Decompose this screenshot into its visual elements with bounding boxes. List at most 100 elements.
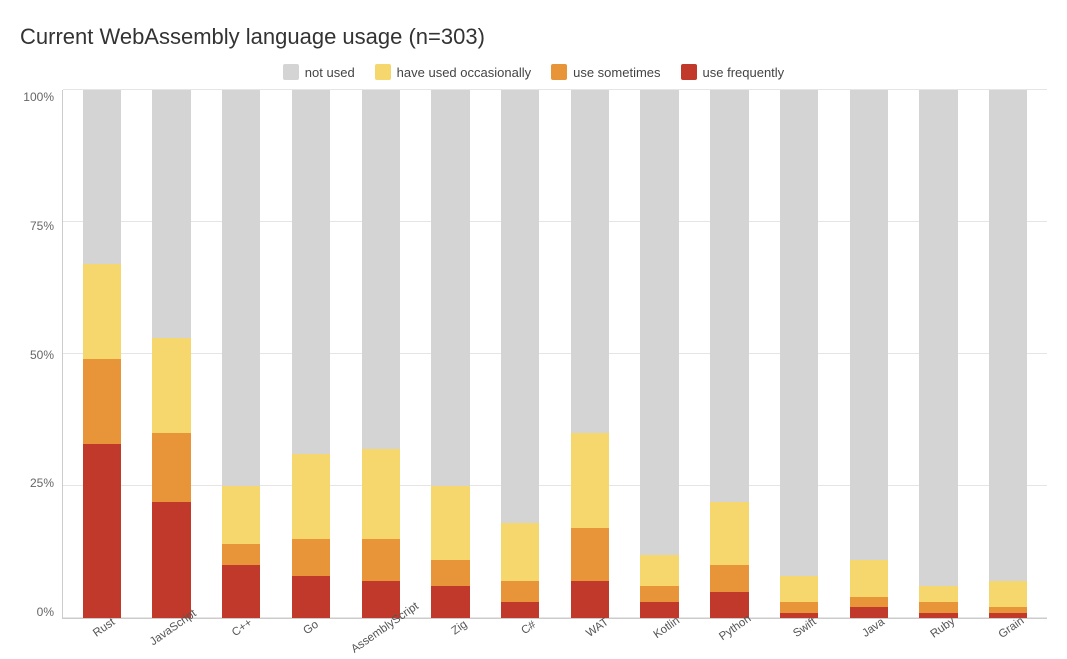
- bar-stack: [501, 90, 539, 618]
- y-axis-label: 75%: [30, 219, 54, 233]
- legend-item: have used occasionally: [375, 64, 531, 80]
- legend-item: not used: [283, 64, 355, 80]
- bar-segment-notUsed: [919, 90, 957, 586]
- bar-segment-notUsed: [710, 90, 748, 502]
- bar-group: [346, 90, 416, 618]
- bar-segment-sometimes: [362, 539, 400, 581]
- bar-segment-sometimes: [83, 359, 121, 443]
- y-axis: 0%25%50%75%100%: [20, 90, 62, 649]
- bar-group: [555, 90, 625, 618]
- bar-segment-sometimes: [501, 581, 539, 602]
- x-axis: RustJavaScriptC++GoAssemblyScriptZigC#WA…: [62, 619, 1047, 649]
- bar-segment-frequently: [501, 602, 539, 618]
- bar-segment-occasionally: [152, 338, 190, 433]
- x-axis-label: Python: [698, 619, 767, 649]
- bar-segment-frequently: [362, 581, 400, 618]
- bar-segment-frequently: [222, 565, 260, 618]
- bar-stack: [83, 90, 121, 618]
- bar-stack: [989, 90, 1027, 618]
- x-axis-label: Swift: [767, 619, 836, 649]
- bar-segment-frequently: [431, 586, 469, 618]
- bar-segment-occasionally: [431, 486, 469, 560]
- bar-segment-sometimes: [431, 560, 469, 586]
- legend-item: use frequently: [681, 64, 785, 80]
- bar-stack: [850, 90, 888, 618]
- bar-segment-occasionally: [989, 581, 1027, 607]
- bar-stack: [222, 90, 260, 618]
- legend: not used have used occasionally use someti…: [20, 64, 1047, 80]
- bar-group: [276, 90, 346, 618]
- bar-group: [206, 90, 276, 618]
- bar-segment-occasionally: [780, 576, 818, 602]
- bar-group: [416, 90, 486, 618]
- x-axis-label: AssemblyScript: [342, 619, 421, 649]
- x-axis-label: Ruby: [905, 619, 974, 649]
- x-axis-label: Java: [836, 619, 905, 649]
- x-axis-label: C#: [491, 619, 560, 649]
- bar-segment-frequently: [850, 607, 888, 618]
- x-axis-label: WAT: [560, 619, 629, 649]
- bar-group: [137, 90, 207, 618]
- bar-stack: [919, 90, 957, 618]
- bar-segment-frequently: [83, 444, 121, 618]
- legend-label: not used: [305, 65, 355, 80]
- legend-swatch: [551, 64, 567, 80]
- bar-segment-notUsed: [501, 90, 539, 523]
- bar-segment-notUsed: [850, 90, 888, 560]
- bar-segment-sometimes: [640, 586, 678, 602]
- bar-segment-occasionally: [83, 264, 121, 359]
- legend-label: have used occasionally: [397, 65, 531, 80]
- x-axis-label: Zig: [422, 619, 491, 649]
- bar-stack: [640, 90, 678, 618]
- bar-segment-occasionally: [640, 555, 678, 587]
- y-axis-label: 50%: [30, 348, 54, 362]
- bar-stack: [292, 90, 330, 618]
- legend-item: use sometimes: [551, 64, 660, 80]
- x-axis-label: Kotlin: [629, 619, 698, 649]
- chart-area: 0%25%50%75%100% RustJavaScriptC++GoAssem…: [20, 90, 1047, 649]
- legend-swatch: [283, 64, 299, 80]
- bar-group: [694, 90, 764, 618]
- bar-segment-notUsed: [292, 90, 330, 454]
- bar-segment-occasionally: [501, 523, 539, 581]
- x-axis-label: Rust: [66, 619, 135, 649]
- bar-group: [973, 90, 1043, 618]
- bar-segment-occasionally: [710, 502, 748, 565]
- bar-stack: [780, 90, 818, 618]
- y-axis-label: 0%: [37, 605, 54, 619]
- bar-segment-sometimes: [571, 528, 609, 581]
- bar-stack: [710, 90, 748, 618]
- bar-segment-occasionally: [292, 454, 330, 538]
- bar-group: [834, 90, 904, 618]
- bar-stack: [152, 90, 190, 618]
- bar-segment-notUsed: [362, 90, 400, 449]
- legend-swatch: [375, 64, 391, 80]
- bar-group: [625, 90, 695, 618]
- bar-segment-sometimes: [780, 602, 818, 613]
- bar-segment-sometimes: [152, 433, 190, 502]
- x-axis-label: Go: [273, 619, 342, 649]
- bars-container: [62, 90, 1047, 619]
- bar-segment-notUsed: [83, 90, 121, 264]
- bar-segment-notUsed: [640, 90, 678, 555]
- bar-stack: [362, 90, 400, 618]
- bar-stack: [431, 90, 469, 618]
- bar-segment-notUsed: [571, 90, 609, 433]
- y-axis-label: 25%: [30, 476, 54, 490]
- bar-segment-occasionally: [571, 433, 609, 528]
- bars-and-x: RustJavaScriptC++GoAssemblyScriptZigC#WA…: [62, 90, 1047, 649]
- x-axis-label: JavaScript: [135, 619, 204, 649]
- bar-stack: [571, 90, 609, 618]
- bar-segment-occasionally: [222, 486, 260, 544]
- bar-group: [485, 90, 555, 618]
- bar-segment-notUsed: [780, 90, 818, 576]
- bar-group: [67, 90, 137, 618]
- bar-segment-frequently: [292, 576, 330, 618]
- bar-segment-frequently: [152, 502, 190, 618]
- bar-group: [904, 90, 974, 618]
- chart-title: Current WebAssembly language usage (n=30…: [20, 24, 1047, 50]
- bar-segment-sometimes: [292, 539, 330, 576]
- legend-label: use sometimes: [573, 65, 660, 80]
- bar-segment-notUsed: [989, 90, 1027, 581]
- bar-segment-occasionally: [362, 449, 400, 539]
